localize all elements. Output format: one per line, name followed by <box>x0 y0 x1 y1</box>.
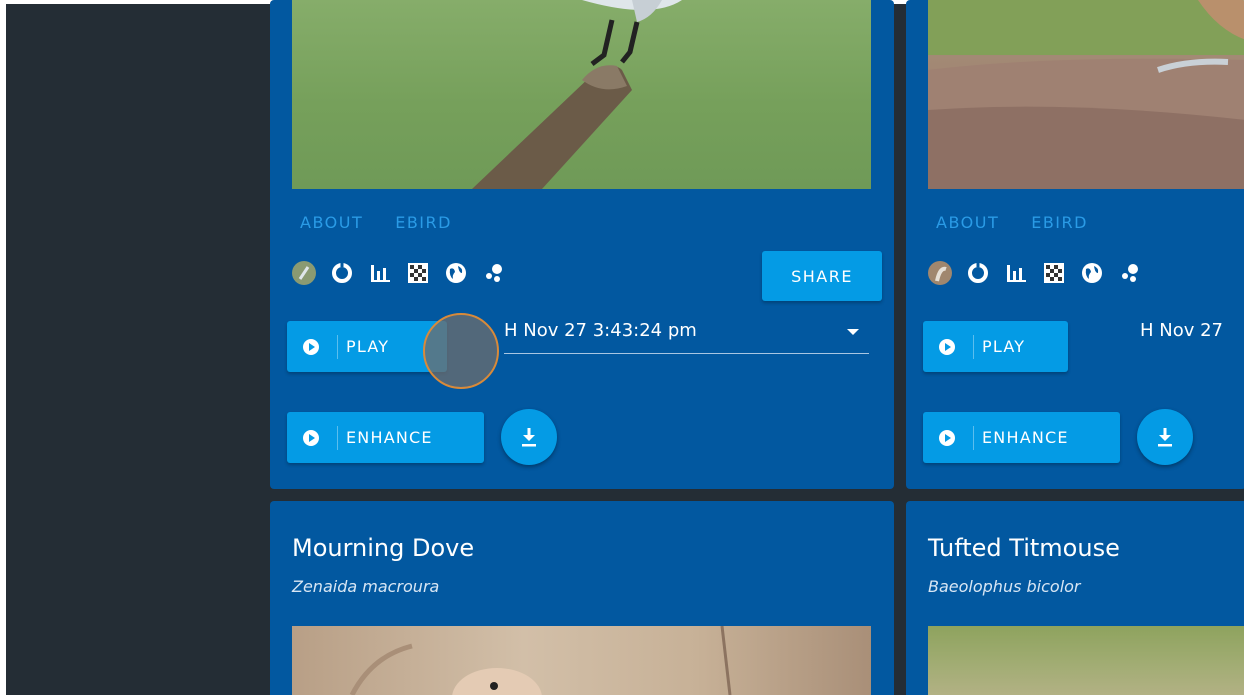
bird-photo-3-drawing <box>349 626 732 695</box>
play-button[interactable]: PLAY <box>923 321 1068 372</box>
scatter-icon[interactable] <box>1118 261 1142 285</box>
card-icon-row-1 <box>292 261 506 285</box>
species-scientific-name: Baeolophus bicolor <box>928 577 1081 596</box>
enhance-button[interactable]: ENHANCE <box>287 412 484 463</box>
bird-photo-1 <box>292 0 871 189</box>
globe-icon[interactable] <box>1080 261 1104 285</box>
recording-select[interactable]: H Nov 27 3:43:24 pm <box>504 320 869 354</box>
grid-icon[interactable] <box>1042 261 1066 285</box>
donut-chart-icon[interactable] <box>330 261 354 285</box>
species-common-name: Mourning Dove <box>292 534 475 562</box>
donut-chart-icon[interactable] <box>966 261 990 285</box>
species-card-1: ABOUT EBIRD SHARE PLAY H Nov 27 3:43:24 … <box>270 0 894 489</box>
recording-select[interactable]: H Nov 27 <box>1140 320 1244 354</box>
grid-icon[interactable] <box>406 261 430 285</box>
button-separator <box>973 425 974 450</box>
sidebar <box>6 4 266 695</box>
enhance-button[interactable]: ENHANCE <box>923 412 1120 463</box>
bird-thumbnail-icon[interactable] <box>928 261 952 285</box>
share-button[interactable]: SHARE <box>762 251 882 301</box>
download-button[interactable] <box>501 409 557 465</box>
bird-photo-1-drawing <box>472 0 682 189</box>
bird-photo-3 <box>292 626 871 695</box>
mouse-cursor-indicator <box>423 313 499 389</box>
bird-photo-2-drawing <box>928 0 1244 189</box>
play-icon <box>303 338 319 355</box>
bird-photo-4 <box>928 626 1244 695</box>
play-icon <box>303 429 319 446</box>
card-links-2: ABOUT EBIRD <box>936 213 1088 232</box>
chevron-down-icon <box>847 329 859 335</box>
button-separator <box>973 334 974 359</box>
globe-icon[interactable] <box>444 261 468 285</box>
enhance-label: ENHANCE <box>982 428 1069 447</box>
species-scientific-name: Zenaida macroura <box>292 577 440 596</box>
download-icon <box>522 428 536 447</box>
bar-chart-icon[interactable] <box>1004 261 1028 285</box>
play-label: PLAY <box>346 337 390 356</box>
play-icon <box>939 429 955 446</box>
ebird-link[interactable]: EBIRD <box>1031 213 1088 232</box>
species-card-2: ABOUT EBIRD PLAY H Nov 27 ENHANCE <box>906 0 1244 489</box>
species-common-name: Tufted Titmouse <box>928 534 1120 562</box>
bar-chart-icon[interactable] <box>368 261 392 285</box>
bird-thumbnail-icon[interactable] <box>292 261 316 285</box>
about-link[interactable]: ABOUT <box>936 213 999 232</box>
play-label: PLAY <box>982 337 1026 356</box>
enhance-label: ENHANCE <box>346 428 433 447</box>
about-link[interactable]: ABOUT <box>300 213 363 232</box>
download-icon <box>1158 428 1172 447</box>
ebird-link[interactable]: EBIRD <box>395 213 452 232</box>
species-card-3: Mourning Dove Zenaida macroura <box>270 501 894 695</box>
card-links-1: ABOUT EBIRD <box>300 213 452 232</box>
card-icon-row-2 <box>928 261 1142 285</box>
recording-select-value: H Nov 27 <box>1140 320 1224 341</box>
download-button[interactable] <box>1137 409 1193 465</box>
species-card-4: Tufted Titmouse Baeolophus bicolor <box>906 501 1244 695</box>
button-separator <box>337 425 338 450</box>
bird-photo-2 <box>928 0 1244 189</box>
play-icon <box>939 338 955 355</box>
button-separator <box>337 334 338 359</box>
scatter-icon[interactable] <box>482 261 506 285</box>
recording-select-value: H Nov 27 3:43:24 pm <box>504 320 697 341</box>
